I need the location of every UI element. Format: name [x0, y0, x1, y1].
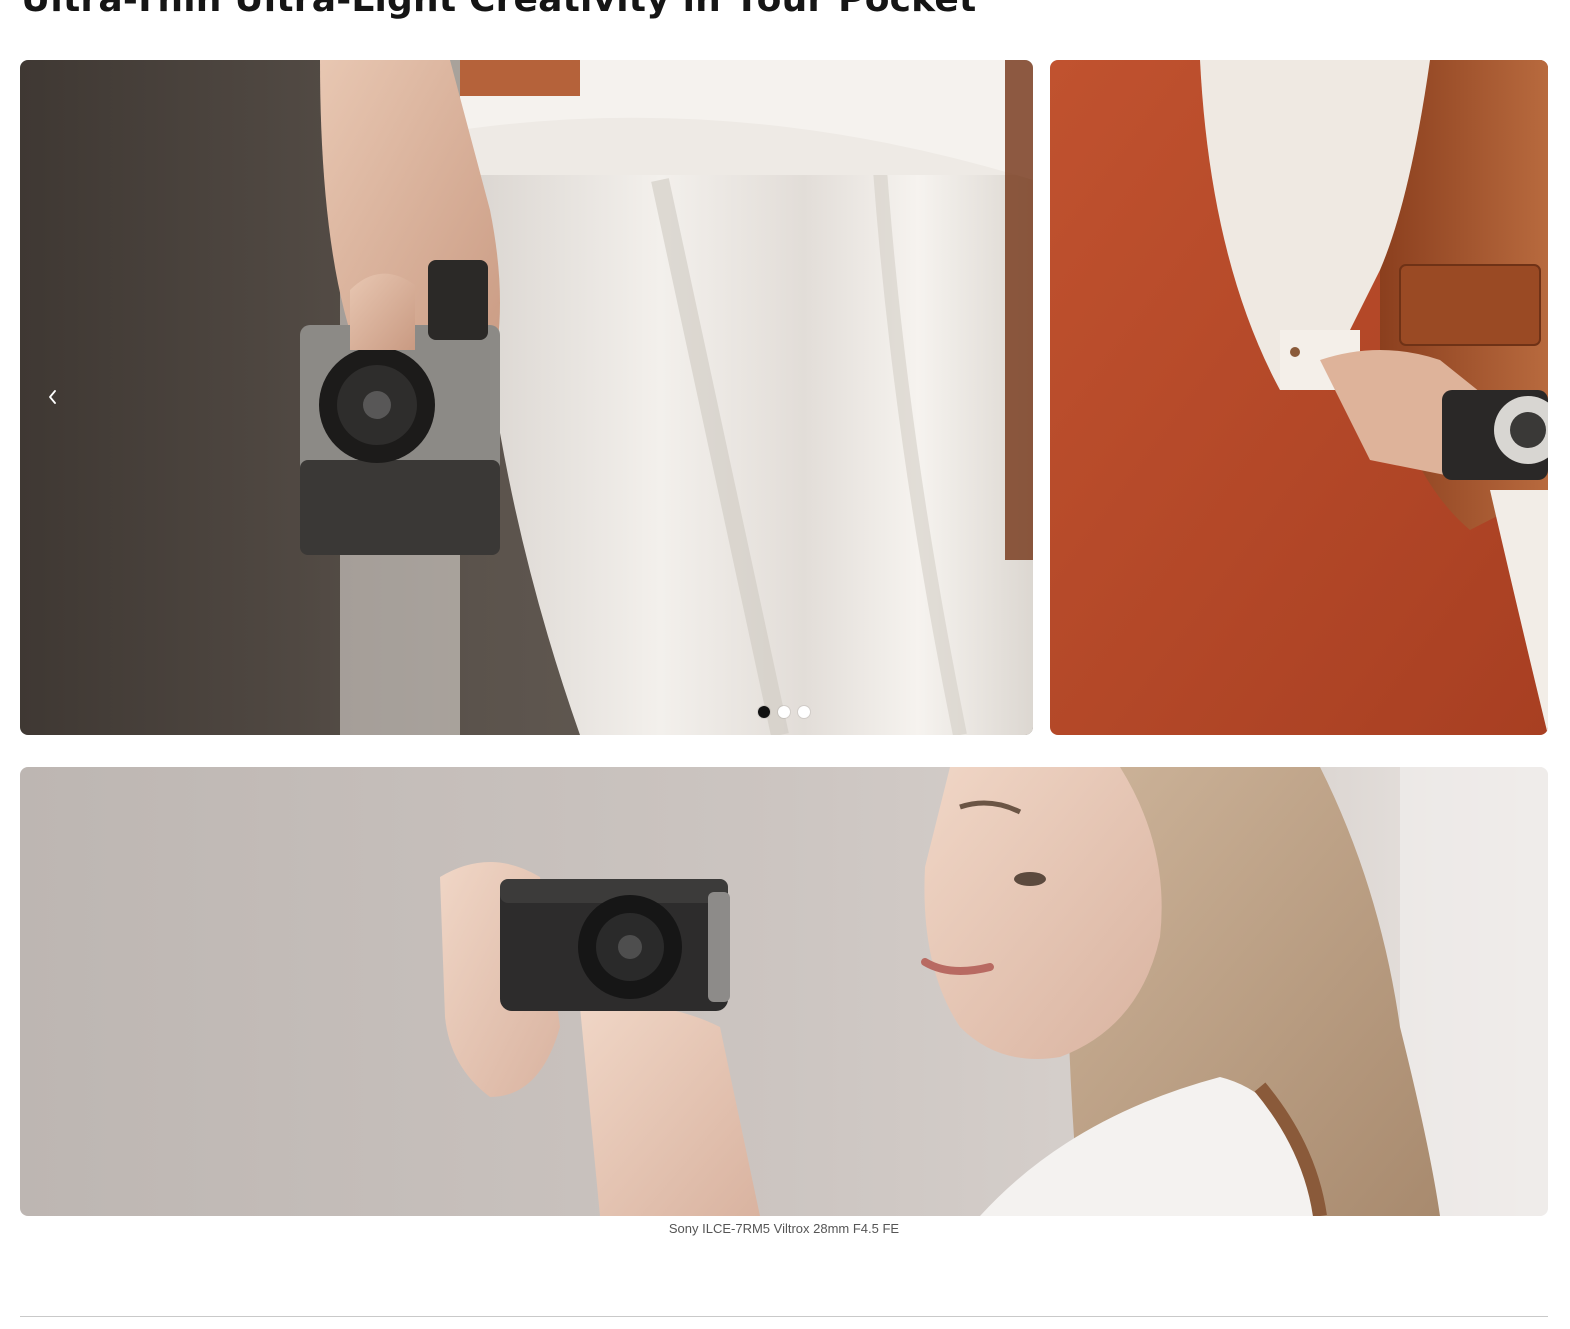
section-heading: Ultra-Thin Ultra-Light Creativity in You… [21, 0, 976, 22]
chevron-left-icon [49, 390, 56, 404]
feature-photo [20, 767, 1548, 1216]
carousel-slide-2 [1050, 60, 1548, 735]
feature-photo-caption: Sony ILCE-7RM5 Viltrox 28mm F4.5 FE [668, 1221, 900, 1236]
carousel-prev-button[interactable] [42, 385, 64, 409]
image-carousel [20, 60, 1548, 735]
section-divider [20, 1316, 1548, 1317]
carousel-dot-2[interactable] [778, 706, 790, 718]
slide-2-photo [1050, 60, 1548, 735]
carousel-pagination [758, 706, 810, 718]
carousel-dot-1[interactable] [758, 706, 770, 718]
feature-photo-image [20, 767, 1548, 1216]
slide-1-photo [20, 60, 1033, 735]
carousel-dot-3[interactable] [798, 706, 810, 718]
carousel-slide-1 [20, 60, 1033, 735]
